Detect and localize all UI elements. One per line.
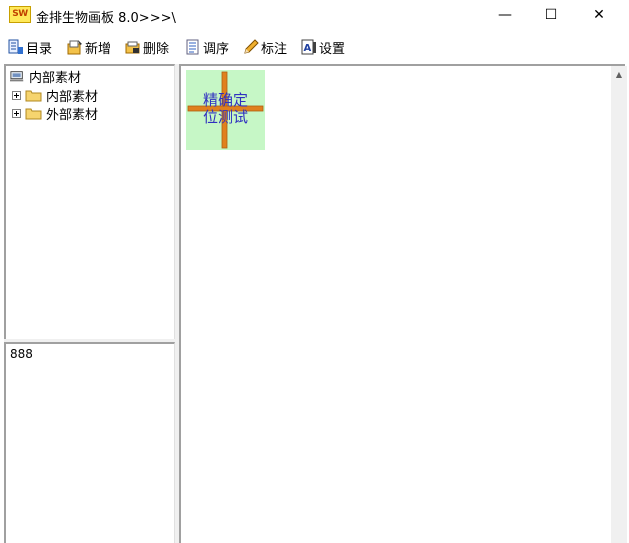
folder-icon [25,108,42,119]
computer-icon [10,70,24,81]
toolbar-delete-button[interactable]: 删除 [125,38,170,57]
toolbar-reorder-button[interactable]: 调序 [185,38,230,57]
tree-root[interactable]: 内部素材 [10,68,82,86]
expand-icon[interactable] [12,108,21,118]
toolbar-catalog-button[interactable]: 目录 [8,38,53,57]
toolbar-add-label: 新增 [85,41,112,57]
toolbar-catalog-label: 目录 [26,41,53,57]
close-button[interactable]: ✕ [576,0,622,30]
toolbar-reorder-label: 调序 [203,41,230,57]
scroll-up-icon[interactable]: ▲ [611,66,627,82]
tree-item-internal[interactable]: 内部素材 [12,87,99,105]
title-bar: SW 金排生物画板 8.0>>>\ — ☐ ✕ [0,0,629,30]
window-title: 金排生物画板 8.0>>>\ [36,11,176,26]
app-logo-icon: SW [9,6,31,23]
card-line-2: 位测试 [202,108,248,126]
toolbar-settings-button[interactable]: A 设置 [301,38,346,57]
toolbar-add-button[interactable]: 新增 [67,38,112,57]
vertical-scrollbar[interactable]: ▲ [611,66,627,543]
add-icon [67,40,82,55]
memo-panel[interactable]: 888 [4,342,175,543]
annotate-pencil-icon [244,39,259,54]
positioning-test-card[interactable]: 精确定 位测试 [186,70,265,150]
card-line-1: 精确定 [202,91,248,109]
maximize-button[interactable]: ☐ [528,0,574,30]
minimize-button[interactable]: — [482,0,528,30]
toolbar-annotate-button[interactable]: 标注 [243,38,288,57]
tree-item-label: 内部素材 [46,89,99,105]
folder-icon [25,90,42,101]
toolbar-delete-label: 删除 [143,41,170,57]
svg-text:A: A [304,43,312,54]
expand-icon[interactable] [12,90,21,100]
tree-item-external[interactable]: 外部素材 [12,105,99,123]
tree-root-label: 内部素材 [29,70,82,86]
tree-item-label: 外部素材 [46,107,99,123]
reorder-icon [186,39,199,55]
memo-text: 888 [10,347,33,361]
toolbar-annotate-label: 标注 [261,41,288,57]
delete-icon [125,41,140,54]
toolbar: 目录 新增 删除 调序 标注 A 设置 [0,32,629,62]
material-tree-panel: 内部素材 内部素材 外部素材 [4,64,175,341]
settings-icon: A [301,39,316,55]
toolbar-settings-label: 设置 [319,41,346,57]
catalog-icon [8,39,23,54]
